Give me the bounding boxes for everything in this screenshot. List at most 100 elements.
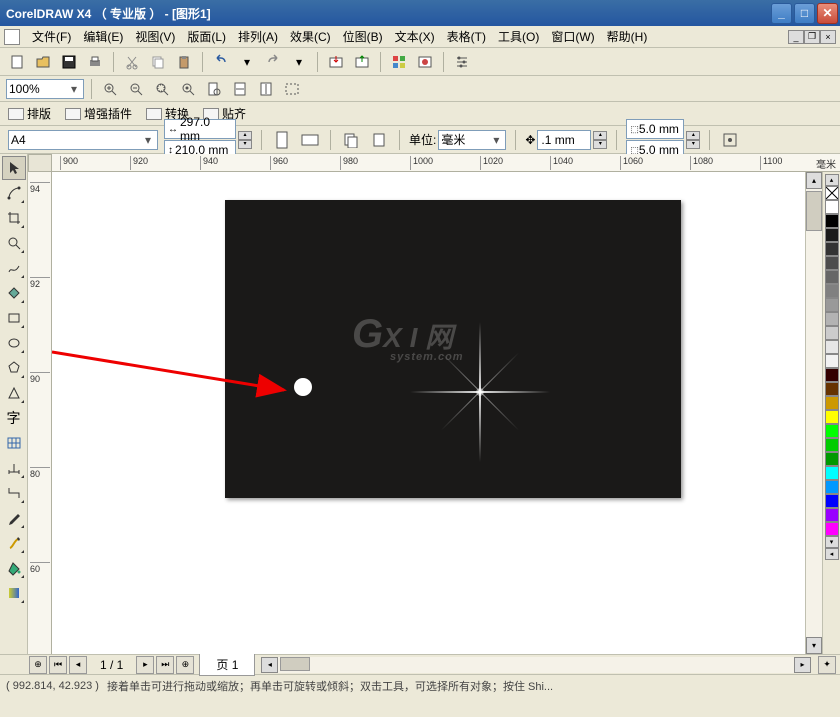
color-swatch[interactable] — [825, 270, 839, 284]
menu-text[interactable]: 文本(X) — [389, 26, 441, 47]
zoom-height-icon[interactable] — [255, 78, 277, 100]
first-page-icon[interactable]: ⏮ — [49, 656, 67, 674]
menu-bitmaps[interactable]: 位图(B) — [337, 26, 389, 47]
mdi-minimize[interactable]: _ — [788, 30, 804, 44]
color-swatch[interactable] — [825, 522, 839, 536]
nudge-spinner[interactable]: ▴▾ — [593, 131, 607, 149]
color-swatch[interactable] — [825, 438, 839, 452]
color-swatch[interactable] — [825, 382, 839, 396]
color-swatch[interactable] — [825, 494, 839, 508]
scroll-right-icon[interactable]: ▸ — [794, 657, 811, 673]
zoom-width-icon[interactable] — [229, 78, 251, 100]
pages-all-icon[interactable] — [340, 129, 362, 151]
color-swatch[interactable] — [825, 466, 839, 480]
drawing-rectangle[interactable] — [225, 200, 681, 498]
zoom-combo[interactable]: 100% ▾ — [6, 79, 84, 99]
cut-button[interactable] — [121, 51, 143, 73]
last-page-icon[interactable]: ⏭ — [156, 656, 174, 674]
color-swatch[interactable] — [825, 424, 839, 438]
pick-tool[interactable] — [2, 156, 26, 180]
zoom-marquee-icon[interactable] — [281, 78, 303, 100]
paper-size-combo[interactable]: A4 ▾ — [8, 130, 158, 150]
portrait-button[interactable] — [271, 129, 293, 151]
table-tool[interactable] — [2, 431, 26, 455]
color-swatch[interactable] — [825, 256, 839, 270]
palette-down-icon[interactable]: ▾ — [825, 536, 839, 548]
navigator-icon[interactable]: ✦ — [818, 656, 836, 674]
menu-view[interactable]: 视图(V) — [129, 26, 181, 47]
color-swatch[interactable] — [825, 242, 839, 256]
zoom-selection-icon[interactable] — [151, 78, 173, 100]
menu-effects[interactable]: 效果(C) — [284, 26, 337, 47]
options-button[interactable] — [451, 51, 473, 73]
page-size-spinner[interactable]: ▴▾ — [238, 131, 252, 149]
save-button[interactable] — [58, 51, 80, 73]
color-swatch[interactable] — [825, 214, 839, 228]
redo-drop[interactable]: ▾ — [288, 51, 310, 73]
crop-tool[interactable] — [2, 206, 26, 230]
text-tool[interactable]: 字 — [2, 406, 26, 430]
scroll-up-icon[interactable]: ▴ — [806, 172, 822, 189]
menu-layout[interactable]: 版面(L) — [181, 26, 232, 47]
eyedropper-tool[interactable] — [2, 506, 26, 530]
basic-shapes-tool[interactable] — [2, 381, 26, 405]
menu-edit[interactable]: 编辑(E) — [77, 26, 129, 47]
color-swatch[interactable] — [825, 326, 839, 340]
scroll-down-icon[interactable]: ▾ — [806, 637, 822, 654]
freehand-tool[interactable] — [2, 256, 26, 280]
color-swatch[interactable] — [825, 396, 839, 410]
dup-x-input[interactable]: ⬚5.0 mm — [626, 119, 684, 139]
open-button[interactable] — [32, 51, 54, 73]
color-swatch[interactable] — [825, 508, 839, 522]
horizontal-scrollbar[interactable]: ◂ ▸ — [261, 657, 811, 673]
ellipse-tool[interactable] — [2, 331, 26, 355]
import-button[interactable] — [325, 51, 347, 73]
units-combo[interactable]: 毫米▾ — [438, 130, 506, 150]
menu-file[interactable]: 文件(F) — [26, 26, 77, 47]
vertical-ruler[interactable]: 9492908060 — [28, 172, 52, 654]
zoom-in-icon[interactable] — [99, 78, 121, 100]
color-swatch[interactable] — [825, 284, 839, 298]
new-button[interactable] — [6, 51, 28, 73]
menu-arrange[interactable]: 排列(A) — [232, 26, 284, 47]
next-page-icon[interactable]: ▸ — [136, 656, 154, 674]
add-page-after-icon[interactable]: ⊕ — [176, 656, 194, 674]
print-button[interactable] — [84, 51, 106, 73]
prev-page-icon[interactable]: ◂ — [69, 656, 87, 674]
zoom-tool[interactable] — [2, 231, 26, 255]
undo-button[interactable] — [210, 51, 232, 73]
zoom-page-icon[interactable] — [203, 78, 225, 100]
color-swatch[interactable] — [825, 452, 839, 466]
landscape-button[interactable] — [299, 129, 321, 151]
polygon-tool[interactable] — [2, 356, 26, 380]
canvas[interactable]: GGXI网X I 网 system.com — [52, 172, 805, 654]
redo-button[interactable] — [262, 51, 284, 73]
shape-tool[interactable] — [2, 181, 26, 205]
zoom-out-icon[interactable] — [125, 78, 147, 100]
palette-up-icon[interactable]: ▴ — [825, 174, 839, 186]
menu-table[interactable]: 表格(T) — [441, 26, 492, 47]
snap-options-icon[interactable] — [719, 129, 741, 151]
undo-drop[interactable]: ▾ — [236, 51, 258, 73]
zoom-all-icon[interactable] — [177, 78, 199, 100]
vertical-scrollbar[interactable]: ▴ ▾ — [805, 172, 822, 654]
minimize-button[interactable]: _ — [771, 3, 792, 24]
dimension-tool[interactable] — [2, 456, 26, 480]
welcome-button[interactable] — [414, 51, 436, 73]
rectangle-tool[interactable] — [2, 306, 26, 330]
color-swatch[interactable] — [825, 228, 839, 242]
no-color-swatch[interactable] — [825, 186, 839, 200]
fill-tool[interactable] — [2, 556, 26, 580]
connector-tool[interactable] — [2, 481, 26, 505]
color-swatch[interactable] — [825, 312, 839, 326]
mdi-restore[interactable]: ❐ — [804, 30, 820, 44]
color-swatch[interactable] — [825, 340, 839, 354]
menu-help[interactable]: 帮助(H) — [601, 26, 654, 47]
pages-current-icon[interactable] — [368, 129, 390, 151]
page-tab[interactable]: 页 1 — [199, 653, 255, 676]
ruler-corner[interactable] — [28, 154, 52, 172]
palette-flyout-icon[interactable]: ◂ — [825, 548, 839, 560]
menu-tools[interactable]: 工具(O) — [492, 26, 545, 47]
mdi-close[interactable]: × — [820, 30, 836, 44]
white-circle[interactable] — [294, 378, 312, 396]
